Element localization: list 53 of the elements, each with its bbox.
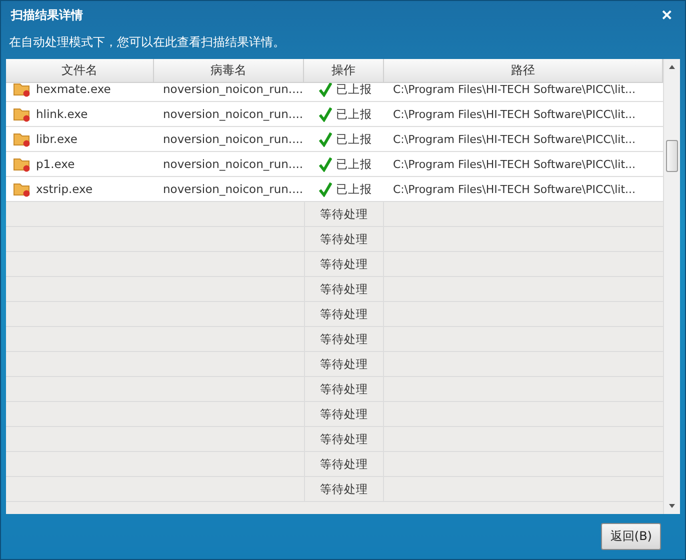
action-status: 已上报 [336,182,372,196]
file-path: C:\Program Files\HI-TECH Software\PICC\lit... [393,182,636,196]
check-icon [319,106,332,122]
action-status: 等待处理 [320,256,368,272]
folder-warning-icon [13,156,31,172]
virus-name: noversion_noicon_run.... [163,107,304,121]
action-status: 等待处理 [320,332,368,346]
column-header[interactable]: 文件名 [6,59,154,82]
action-status: 已上报 [336,156,372,172]
scrollbar-thumb[interactable] [666,140,678,172]
window-title: 扫描结果详情 [11,6,83,24]
action-status: 等待处理 [320,456,368,472]
file-path: C:\Program Files\HI-TECH Software\PICC\lit... [393,132,636,146]
folder-warning-icon [13,83,31,97]
check-icon [319,83,332,96]
virus-name: noversion_noicon_run.... [163,83,304,96]
file-path: C:\Program Files\HI-TECH Software\PICC\lit... [393,158,636,170]
check-icon [319,132,332,146]
scrollbar[interactable] [663,59,680,514]
scroll-down-icon[interactable] [669,504,675,508]
file-name: hlink.exe [36,107,88,121]
description-text: 在自动处理模式下，您可以在此查看扫描结果详情。 [8,34,286,50]
action-status: 已上报 [336,83,372,96]
file-name: xstrip.exe [36,182,93,196]
action-status: 已上报 [336,106,372,122]
file-path: C:\Program Files\HI-TECH Software\PICC\lit... [393,108,636,120]
column-header[interactable]: 病毒名 [154,59,304,82]
check-icon [319,182,332,196]
action-status: 等待处理 [320,282,368,296]
file-name: libr.exe [36,132,78,146]
file-path: C:\Program Files\HI-TECH Software\PICC\lit... [393,83,636,96]
folder-warning-icon [13,131,31,147]
action-status: 等待处理 [320,482,368,496]
back-button[interactable]: 返回(B) [601,523,661,550]
action-status: 等待处理 [320,356,368,372]
virus-name: noversion_noicon_run.... [163,132,304,146]
action-status: 等待处理 [320,232,368,246]
virus-name: noversion_noicon_run.... [163,182,304,196]
action-status: 等待处理 [320,406,368,422]
scroll-up-icon[interactable] [669,65,675,69]
virus-name: noversion_noicon_run.... [163,157,304,171]
close-button[interactable]: ✕ [659,7,675,23]
action-status: 等待处理 [320,306,368,322]
action-status: 等待处理 [320,432,368,446]
action-status: 等待处理 [320,206,368,222]
folder-warning-icon [13,181,31,197]
column-header[interactable]: 操作 [304,59,384,82]
check-icon [319,156,332,172]
file-name: hexmate.exe [36,83,111,96]
file-name: p1.exe [36,157,75,171]
folder-warning-icon [13,106,31,122]
action-status: 已上报 [336,132,372,146]
action-status: 等待处理 [320,382,368,396]
